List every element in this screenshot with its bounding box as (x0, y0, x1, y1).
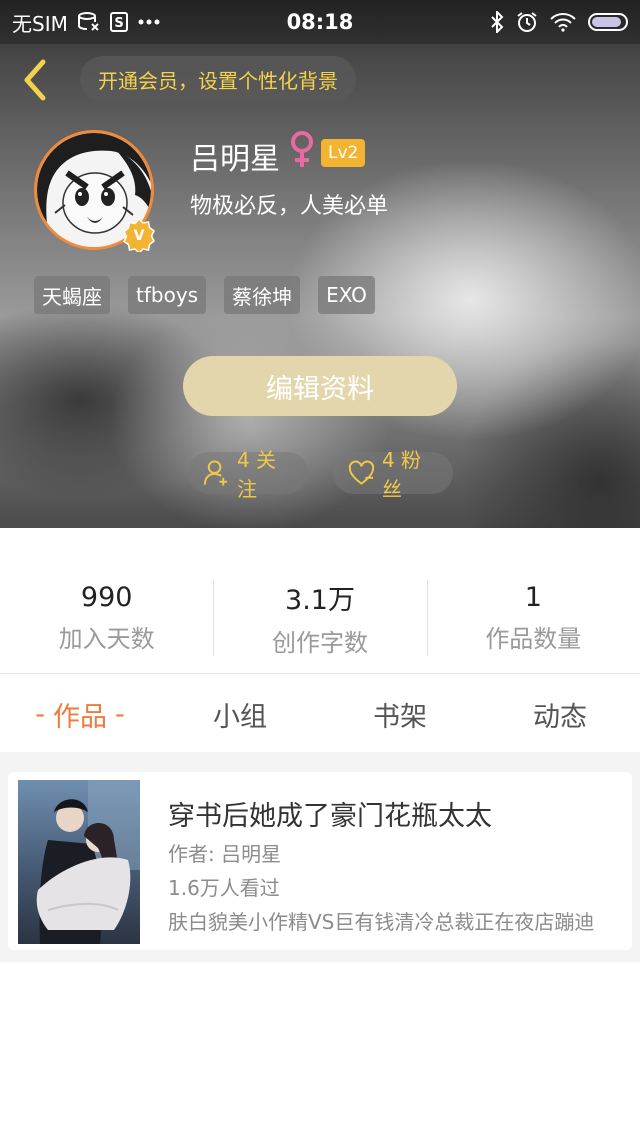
stat-label: 加入天数 (58, 624, 155, 653)
active-tab-dash: - (35, 698, 45, 730)
interest-tags: 天蝎座 tfboys 蔡徐坤 EXO (34, 276, 375, 314)
interest-tag[interactable]: 天蝎座 (34, 276, 110, 314)
svg-text:V: V (134, 228, 145, 244)
works-list: 穿书后她成了豪门花瓶太太 作者: 吕明星 1.6万人看过 肤白貌美小作精VS巨有… (0, 762, 640, 962)
tab-label: 作品 (53, 701, 107, 733)
book-cover-image[interactable] (18, 780, 140, 944)
fans-button[interactable]: 4 粉丝 (333, 448, 453, 501)
stat-value: 1 (524, 581, 542, 613)
edit-profile-button[interactable]: 编辑资料 (183, 356, 457, 416)
interest-tag[interactable]: 蔡徐坤 (224, 276, 301, 314)
status-bar: 无SIM S 08:18 (0, 0, 640, 44)
stat-label: 作品数量 (485, 624, 582, 653)
battery-icon (588, 13, 628, 31)
carrier-label: 无SIM (12, 11, 68, 36)
tab-activity[interactable]: 动态 (480, 676, 640, 752)
svg-text:S: S (114, 16, 123, 31)
work-title: 穿书后她成了豪门花瓶太太 (168, 801, 492, 832)
tab-groups[interactable]: 小组 (160, 676, 320, 752)
tab-label: 小组 (213, 701, 267, 733)
tab-bookshelf[interactable]: 书架 (320, 676, 480, 752)
work-author: 作者: 吕明星 (168, 842, 282, 866)
following-button[interactable]: 4 关注 (188, 448, 308, 501)
tab-label: 动态 (533, 701, 587, 733)
profile-header: 无SIM S 08:18 开通会员，设置个性化背景 V 吕明星 Lv2 物极必反… (0, 0, 640, 528)
vip-background-banner[interactable]: 开通会员，设置个性化背景 (80, 56, 356, 102)
profile-name: 吕明星 (190, 142, 280, 177)
interest-tag[interactable]: EXO (318, 276, 375, 314)
avatar[interactable]: V (34, 130, 155, 252)
more-dots-icon (138, 19, 160, 25)
stat-value: 990 (80, 581, 133, 613)
stat-label: 创作字数 (271, 628, 368, 657)
heart-icon (348, 460, 375, 485)
alarm-icon (516, 11, 538, 33)
sim-card-icon (77, 12, 100, 32)
back-button[interactable] (14, 56, 54, 104)
chevron-left-icon (24, 59, 46, 101)
work-view-count: 1.6万人看过 (168, 876, 280, 900)
stat-days-joined: 990 加入天数 (0, 528, 213, 673)
profile-signature: 物极必反，人美必单 (190, 194, 389, 219)
stat-words-written: 3.1万 创作字数 (213, 528, 426, 673)
s-app-icon: S (109, 12, 128, 32)
stat-value: 3.1万 (285, 584, 355, 616)
female-icon (291, 131, 313, 167)
tab-works[interactable]: - 作品 - (0, 676, 160, 752)
fans-count: 4 粉丝 (381, 448, 422, 501)
tab-label: 书架 (373, 701, 427, 733)
wifi-icon (550, 12, 576, 32)
active-tab-dash: - (115, 698, 125, 730)
level-badge: Lv2 (321, 139, 366, 167)
interest-tag[interactable]: tfboys (128, 276, 207, 314)
work-card[interactable]: 穿书后她成了豪门花瓶太太 作者: 吕明星 1.6万人看过 肤白貌美小作精VS巨有… (8, 772, 632, 950)
content-tabs: - 作品 - 小组 书架 动态 (0, 676, 640, 762)
stat-works-count: 1 作品数量 (426, 528, 640, 673)
verified-v-badge-icon: V (123, 218, 155, 252)
add-user-icon (203, 460, 228, 486)
following-count: 4 关注 (236, 448, 277, 501)
bluetooth-icon (490, 11, 504, 33)
work-description: 肤白貌美小作精VS巨有钱清冷总裁正在夜店蹦迪 (168, 910, 595, 934)
stats-row: 990 加入天数 3.1万 创作字数 1 作品数量 (0, 528, 640, 674)
